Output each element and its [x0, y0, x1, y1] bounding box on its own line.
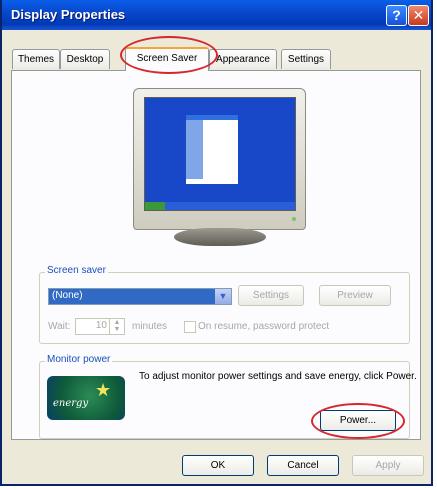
preview-button[interactable]: Preview	[319, 285, 391, 306]
password-protect-label: On resume, password protect	[198, 321, 330, 332]
star-icon: ★	[95, 380, 112, 400]
preview-window	[186, 115, 238, 184]
monitor-preview	[133, 88, 306, 230]
wait-minutes-stepper[interactable]: 10 ▲ ▼	[75, 318, 125, 335]
monitor-power-group-label: Monitor power	[45, 354, 113, 365]
close-button[interactable]: ✕	[408, 5, 429, 26]
energy-logo-text: energy	[53, 398, 89, 409]
screen-saver-selected: (None)	[52, 290, 83, 301]
highlight-oval-power	[311, 403, 405, 439]
window-title: Display Properties	[11, 7, 126, 22]
stepper-arrows-icon[interactable]: ▲ ▼	[109, 319, 124, 334]
highlight-oval-tab	[120, 36, 218, 74]
help-button[interactable]: ?	[386, 5, 407, 26]
tab-settings[interactable]: Settings	[281, 49, 331, 69]
tab-appearance[interactable]: Appearance	[209, 49, 277, 69]
screen-saver-group-label: Screen saver	[45, 265, 108, 276]
energy-star-logo: ★ energy	[47, 376, 125, 420]
screen-saver-select[interactable]: (None) ▼	[48, 288, 232, 305]
apply-button[interactable]: Apply	[352, 455, 424, 476]
monitor-stand	[174, 228, 266, 246]
password-protect-checkbox[interactable]	[184, 321, 196, 333]
cancel-button[interactable]: Cancel	[267, 455, 339, 476]
title-bar[interactable]: Display Properties ? ✕	[2, 0, 431, 30]
settings-button[interactable]: Settings	[238, 285, 304, 306]
minutes-label: minutes	[132, 321, 168, 332]
preview-screen	[144, 97, 296, 211]
chevron-down-icon[interactable]: ▼	[215, 289, 231, 304]
preview-taskbar	[145, 202, 295, 210]
wait-value: 10	[95, 320, 107, 331]
wait-label: Wait:	[48, 321, 71, 332]
power-message: To adjust monitor power settings and sav…	[139, 371, 417, 382]
tab-desktop[interactable]: Desktop	[60, 49, 110, 69]
power-led-icon	[292, 217, 296, 221]
display-properties-window: Display Properties ? ✕ Themes Desktop Sc…	[0, 0, 433, 486]
tab-themes[interactable]: Themes	[12, 49, 60, 69]
ok-button[interactable]: OK	[182, 455, 254, 476]
